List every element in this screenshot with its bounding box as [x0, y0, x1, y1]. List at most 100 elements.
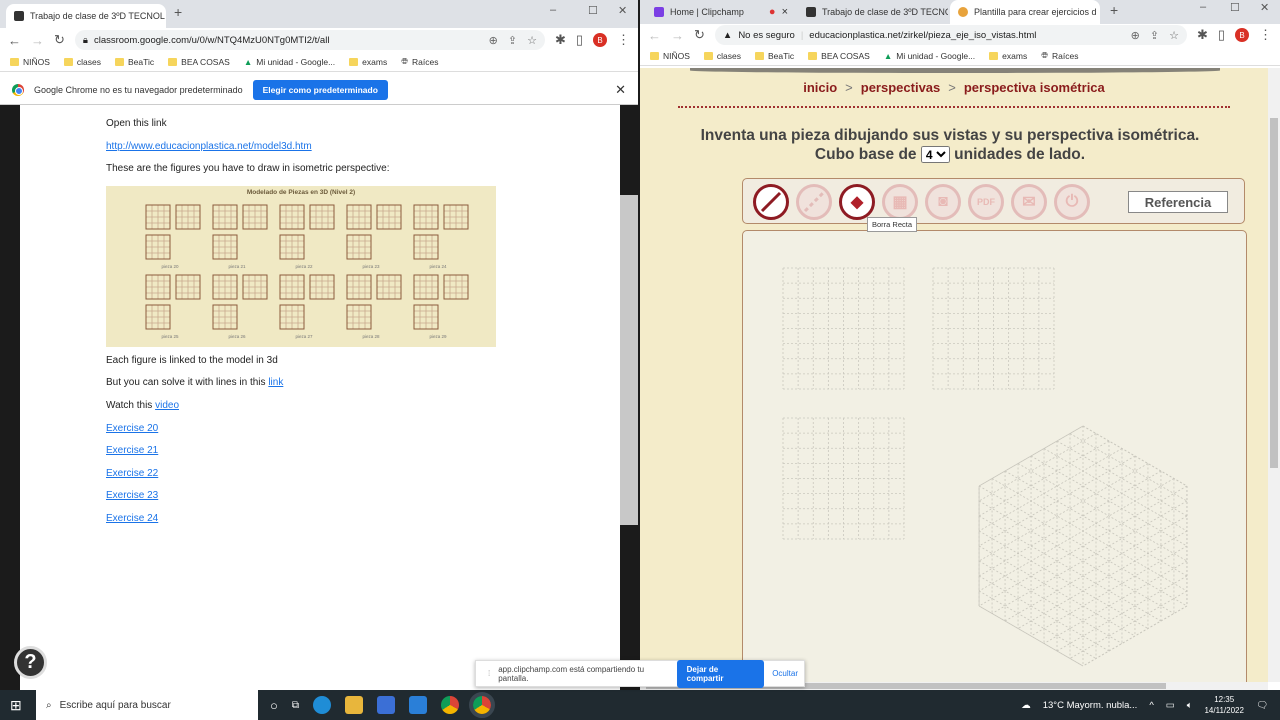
- chrome-icon[interactable]: [441, 696, 459, 714]
- power-button[interactable]: ⏻: [1054, 184, 1090, 220]
- views-button[interactable]: ▦: [882, 184, 918, 220]
- model-link[interactable]: http://www.educacionplastica.net/model3d…: [106, 141, 312, 152]
- close-tab-icon[interactable]: ×: [782, 6, 788, 18]
- file-explorer-icon[interactable]: [345, 696, 363, 714]
- exercise-link[interactable]: Exercise 23: [106, 490, 158, 501]
- erase-line-button[interactable]: ◆: [839, 184, 875, 220]
- avatar[interactable]: B: [1235, 28, 1249, 42]
- maximize-button[interactable]: ☐: [1230, 1, 1240, 14]
- stop-sharing-button[interactable]: Dejar de compartir: [676, 659, 765, 688]
- clock[interactable]: 12:35 14/11/2022: [1204, 694, 1243, 716]
- vertical-scrollbar[interactable]: [1268, 68, 1280, 682]
- minimize-button[interactable]: –: [1200, 1, 1206, 13]
- bookmark[interactable]: exams: [349, 57, 387, 67]
- weather-icon[interactable]: ☁: [1021, 700, 1031, 711]
- scrollbar[interactable]: [620, 195, 638, 525]
- video-link[interactable]: video: [155, 400, 179, 411]
- bookmark[interactable]: 🌐︎ Raíces: [401, 56, 438, 67]
- exercise-link[interactable]: Exercise 21: [106, 445, 158, 456]
- maximize-button[interactable]: ☐: [588, 4, 598, 17]
- minimize-button[interactable]: –: [550, 4, 556, 16]
- figure-label[interactable]: pieza 27: [295, 334, 313, 339]
- figure-label[interactable]: pieza 25: [161, 334, 179, 339]
- bookmark[interactable]: NIÑOS: [10, 57, 50, 67]
- help-button[interactable]: ?: [14, 646, 47, 679]
- bookmark[interactable]: clases: [63, 57, 101, 67]
- tab-plantilla[interactable]: Plantilla para crear ejercicios d ×: [950, 0, 1100, 24]
- cube-size-select[interactable]: 4: [920, 146, 950, 163]
- bookmark[interactable]: clases: [703, 51, 741, 61]
- dashed-line-button[interactable]: [796, 184, 832, 220]
- tab-clipchamp[interactable]: Home | Clipchamp ● ×: [646, 0, 796, 24]
- address-bar[interactable]: ▲ No es seguro | educacionplastica.net/z…: [714, 25, 1187, 45]
- zoom-icon[interactable]: ⊕: [489, 34, 498, 47]
- network-icon[interactable]: ▭: [1166, 700, 1175, 711]
- reload-icon[interactable]: ↻: [54, 32, 65, 48]
- tab-classroom[interactable]: Trabajo de clase de 3ºD TECNOL ×: [798, 0, 948, 24]
- figure-label[interactable]: pieza 22: [295, 264, 313, 269]
- taskbar-search[interactable]: ⌕ Escribe aquí para buscar: [36, 690, 258, 720]
- breadcrumb-perspectivas[interactable]: perspectivas: [861, 80, 941, 95]
- close-infobar-icon[interactable]: ✕: [615, 82, 626, 98]
- avatar[interactable]: B: [593, 33, 607, 47]
- edge-icon[interactable]: [313, 696, 331, 714]
- windows-start-icon[interactable]: ⊞: [10, 697, 22, 714]
- bookmark[interactable]: NIÑOS: [650, 51, 690, 61]
- new-tab-button[interactable]: +: [1110, 2, 1118, 18]
- breadcrumb-inicio[interactable]: inicio: [803, 80, 837, 95]
- star-icon[interactable]: ☆: [527, 34, 537, 47]
- breadcrumb-current[interactable]: perspectiva isométrica: [964, 80, 1105, 95]
- notifications-icon[interactable]: 🗨︎: [1256, 700, 1268, 711]
- bookmark[interactable]: BEA COSAS: [168, 57, 230, 67]
- solve-link[interactable]: link: [268, 377, 283, 388]
- new-tab-button[interactable]: +: [174, 4, 182, 20]
- figure-label[interactable]: pieza 23: [362, 264, 380, 269]
- bookmark[interactable]: ▲ Mi unidad - Google...: [884, 51, 975, 61]
- exercise-link[interactable]: Exercise 20: [106, 423, 158, 434]
- share-icon[interactable]: ⇪: [1150, 29, 1159, 42]
- security-label[interactable]: No es seguro: [738, 30, 795, 41]
- sidepanel-icon[interactable]: ▯: [576, 32, 583, 48]
- mail-icon[interactable]: [409, 696, 427, 714]
- draw-line-button[interactable]: [753, 184, 789, 220]
- extensions-icon[interactable]: ✱: [555, 32, 566, 48]
- bookmark[interactable]: BeaTic: [115, 57, 154, 67]
- figure-label[interactable]: pieza 29: [429, 334, 447, 339]
- figure-label[interactable]: pieza 26: [228, 334, 246, 339]
- store-icon[interactable]: [377, 696, 395, 714]
- chrome-active-icon[interactable]: [469, 692, 495, 718]
- bookmark[interactable]: 🌐︎ Raíces: [1041, 50, 1078, 61]
- close-window-button[interactable]: ✕: [618, 4, 627, 17]
- tab-classroom[interactable]: Trabajo de clase de 3ºD TECNOL ×: [6, 4, 166, 28]
- forward-icon[interactable]: →: [671, 28, 684, 43]
- volume-icon[interactable]: 🔈︎: [1187, 700, 1193, 711]
- close-window-button[interactable]: ✕: [1260, 1, 1269, 14]
- camera-button[interactable]: ◙: [925, 184, 961, 220]
- task-view-icon[interactable]: ⧉: [292, 700, 299, 711]
- star-icon[interactable]: ☆: [1169, 29, 1179, 42]
- extensions-icon[interactable]: ✱: [1197, 27, 1208, 43]
- figure-label[interactable]: pieza 24: [429, 264, 447, 269]
- hide-button[interactable]: Ocultar: [772, 669, 798, 678]
- zoom-icon[interactable]: ⊕: [1131, 29, 1140, 42]
- cortana-icon[interactable]: ○: [270, 698, 278, 713]
- figures-image[interactable]: Modelado de Piezas en 3D (Nivel 2) pieza…: [106, 185, 496, 347]
- forward-icon[interactable]: →: [31, 33, 44, 48]
- weather-text[interactable]: 13°C Mayorm. nubla...: [1043, 700, 1138, 711]
- exercise-link[interactable]: Exercise 24: [106, 513, 158, 524]
- sidepanel-icon[interactable]: ▯: [1218, 27, 1225, 43]
- menu-icon[interactable]: ⋮: [1259, 27, 1272, 43]
- bookmark[interactable]: BEA COSAS: [808, 51, 870, 61]
- reference-button[interactable]: Referencia: [1128, 191, 1228, 213]
- set-default-button[interactable]: Elegir como predeterminado: [252, 79, 388, 100]
- drawing-canvas[interactable]: [742, 230, 1247, 682]
- bookmark[interactable]: ▲ Mi unidad - Google...: [244, 57, 335, 67]
- pdf-button[interactable]: PDF: [968, 184, 1004, 220]
- share-icon[interactable]: ⇪: [508, 34, 517, 47]
- tray-chevron-icon[interactable]: ^: [1149, 700, 1153, 711]
- menu-icon[interactable]: ⋮: [617, 32, 630, 48]
- back-icon[interactable]: ←: [648, 28, 661, 43]
- reload-icon[interactable]: ↻: [694, 27, 705, 43]
- bookmark[interactable]: exams: [989, 51, 1027, 61]
- exercise-link[interactable]: Exercise 22: [106, 468, 158, 479]
